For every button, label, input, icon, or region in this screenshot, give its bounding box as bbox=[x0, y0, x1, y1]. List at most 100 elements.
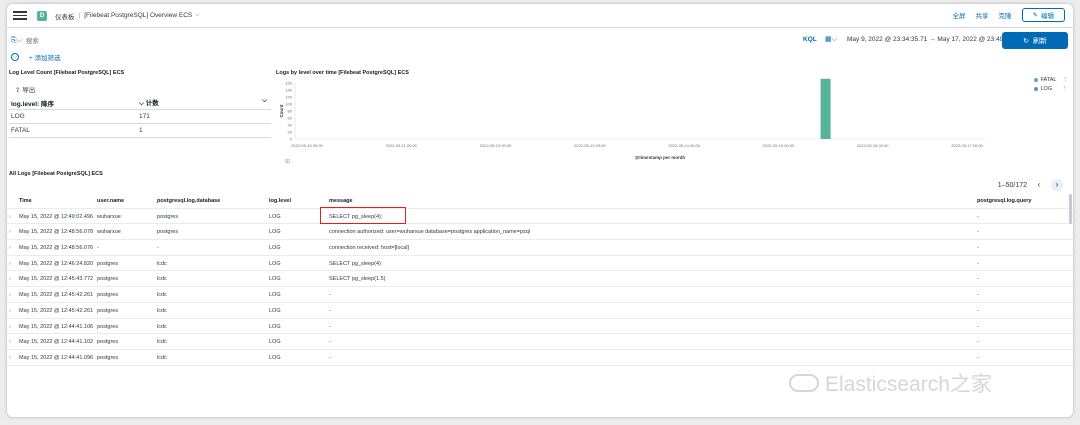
table-cell: - bbox=[977, 354, 979, 361]
column-header-level[interactable]: log.level: 降序 bbox=[9, 98, 139, 108]
breadcrumb-dashboards[interactable]: 仪表板 bbox=[55, 11, 75, 21]
edit-button[interactable]: ✎ 编辑 bbox=[1021, 8, 1065, 22]
x-tick-label: 2022-05-16 00:00 bbox=[857, 143, 889, 148]
table-cell: lcdc bbox=[157, 307, 167, 314]
table-cell: lcdc bbox=[157, 276, 167, 283]
table-cell: May 15, 2022 @ 12:48:56.076 bbox=[19, 245, 94, 252]
y-tick-label: 140 bbox=[285, 88, 292, 93]
saved-query-icon[interactable]: ⎘⌵ bbox=[11, 37, 22, 45]
expand-row-icon[interactable]: › bbox=[9, 229, 11, 235]
logs-table: Time user.name postgresql.log.database log.… bbox=[7, 193, 1073, 366]
table-cell: LOG bbox=[269, 292, 281, 299]
table-cell: - bbox=[977, 229, 979, 236]
table-cell: - bbox=[329, 354, 331, 361]
calendar-icon[interactable]: ▦⌵ bbox=[825, 35, 837, 44]
expand-row-icon[interactable]: › bbox=[9, 261, 11, 267]
table-cell: - bbox=[157, 245, 159, 252]
level-count-header: log.level: 降序 ⌵ 计数 ⌵ bbox=[9, 96, 271, 110]
legend-item-log[interactable]: LOG ⋮ bbox=[1033, 86, 1069, 92]
watermark-text: Elasticsearch之家 bbox=[825, 373, 992, 396]
export-icon: ⇪ bbox=[15, 87, 21, 94]
table-cell: - bbox=[977, 260, 979, 267]
add-filter-button[interactable]: + 添加筛选 bbox=[29, 52, 61, 62]
table-cell: - bbox=[329, 323, 331, 330]
level-cell: FATAL bbox=[11, 127, 30, 134]
table-cell: lcdc bbox=[157, 260, 167, 267]
wechat-icon bbox=[789, 374, 819, 392]
table-cell: lcdc bbox=[157, 292, 167, 299]
table-cell: lcdc bbox=[157, 354, 167, 361]
table-cell: May 15, 2022 @ 12:45:42.261 bbox=[19, 292, 94, 299]
share-button[interactable]: 共享 bbox=[976, 10, 989, 20]
column-header[interactable]: postgresql.log.query bbox=[977, 198, 1031, 204]
column-header[interactable]: postgresql.log.database bbox=[157, 198, 220, 204]
expand-row-icon[interactable]: › bbox=[9, 324, 11, 330]
fullscreen-button[interactable]: 全屏 bbox=[953, 10, 966, 20]
y-tick-label: 60 bbox=[288, 116, 293, 121]
table-cell: May 15, 2022 @ 12:46:24.820 bbox=[19, 260, 94, 267]
column-header[interactable]: message bbox=[329, 198, 353, 204]
table-row[interactable]: › May 15, 2022 @ 12:44:41.106 postgres lcdc… bbox=[7, 319, 1073, 335]
level-count-table: log.level: 降序 ⌵ 计数 ⌵ LOG 171 FATAL 1 bbox=[9, 96, 271, 138]
export-button[interactable]: ⇪ 导出 bbox=[15, 84, 35, 94]
table-cell: lcdc bbox=[157, 323, 167, 330]
table-row[interactable]: › May 15, 2022 @ 12:45:43.772 postgres lcdc… bbox=[7, 271, 1073, 288]
table-row: FATAL 1 bbox=[9, 124, 271, 138]
column-header[interactable]: Time bbox=[19, 198, 32, 204]
expand-row-icon[interactable]: › bbox=[9, 308, 11, 314]
search-input[interactable] bbox=[25, 34, 786, 48]
table-row[interactable]: › May 15, 2022 @ 12:45:42.261 postgres lcdc… bbox=[7, 287, 1073, 303]
table-cell: May 15, 2022 @ 12:45:43.772 bbox=[19, 276, 94, 283]
hamburger-menu-icon[interactable] bbox=[13, 11, 27, 20]
table-row[interactable]: › May 15, 2022 @ 12:46:24.820 postgres lcdc… bbox=[7, 256, 1073, 272]
date-range-picker[interactable]: May 9, 2022 @ 23:34:35.71 → May 17, 2022… bbox=[847, 36, 1021, 43]
expand-row-icon[interactable]: › bbox=[9, 355, 11, 361]
app-badge[interactable]: D bbox=[37, 10, 47, 21]
breadcrumb-current: [Filebeat PostgreSQL] Overview ECS bbox=[84, 12, 193, 19]
table-cell: - bbox=[977, 292, 979, 299]
table-cell: May 15, 2022 @ 12:44:41.106 bbox=[19, 323, 94, 330]
scrollbar[interactable] bbox=[1069, 194, 1072, 224]
page-range: 1–50/172 bbox=[997, 181, 1027, 189]
kql-toggle[interactable]: KQL bbox=[803, 36, 817, 43]
table-cell: - bbox=[977, 323, 979, 330]
chevron-down-icon[interactable]: ⌵ bbox=[195, 12, 200, 19]
prev-page-button[interactable]: ‹ bbox=[1033, 179, 1045, 191]
next-page-button[interactable]: › bbox=[1051, 179, 1063, 191]
column-header[interactable]: log.level bbox=[269, 198, 291, 204]
x-tick-label: 2022-05-15 00:00 bbox=[763, 143, 795, 148]
table-cell: postgres bbox=[97, 307, 119, 314]
level-cell: LOG bbox=[11, 113, 25, 120]
table-row[interactable]: › May 15, 2022 @ 12:45:42.261 postgres lcdc… bbox=[7, 303, 1073, 319]
legend-item-fatal[interactable]: FATAL ⋮ bbox=[1033, 77, 1068, 83]
expand-row-icon[interactable]: › bbox=[9, 339, 11, 345]
table-row[interactable]: › May 15, 2022 @ 12:48:56.078 wuharxue post… bbox=[7, 224, 1073, 241]
table-row[interactable]: › May 15, 2022 @ 12:44:41.096 postgres lcdc… bbox=[7, 350, 1073, 366]
expand-row-icon[interactable]: › bbox=[9, 292, 11, 298]
table-cell: - bbox=[329, 339, 331, 346]
column-header-count[interactable]: ⌵ 计数 ⌵ bbox=[139, 97, 269, 108]
table-cell: May 15, 2022 @ 12:49:02.496 bbox=[19, 213, 94, 220]
clone-button[interactable]: 克隆 bbox=[999, 10, 1012, 20]
table-cell: lcdc bbox=[157, 339, 167, 346]
y-tick-label: 80 bbox=[288, 109, 293, 114]
refresh-label: 刷新 bbox=[1032, 37, 1047, 45]
y-tick-label: 20 bbox=[288, 130, 293, 135]
expand-row-icon[interactable]: › bbox=[9, 276, 11, 282]
refresh-icon: ↻ bbox=[1023, 37, 1029, 45]
column-header[interactable]: user.name bbox=[97, 198, 124, 204]
table-cell: postgres bbox=[97, 339, 119, 346]
bar bbox=[820, 78, 831, 139]
table-row[interactable]: › May 15, 2022 @ 12:48:56.076- - LOG connect… bbox=[7, 240, 1073, 256]
refresh-button[interactable]: ↻ 刷新 bbox=[1002, 32, 1068, 49]
expand-row-icon[interactable]: › bbox=[9, 245, 11, 251]
table-row[interactable]: › May 15, 2022 @ 12:49:02.496 wuharxue post… bbox=[7, 209, 1073, 225]
expand-row-icon[interactable]: › bbox=[9, 214, 11, 220]
table-cell: connection authorized: user=wuharxue dat… bbox=[329, 229, 531, 236]
table-cell: postgres bbox=[97, 323, 119, 330]
table-row[interactable]: › May 15, 2022 @ 12:44:41.102 postgres lcdc… bbox=[7, 334, 1073, 350]
filter-options-icon[interactable]: ⌵ bbox=[11, 53, 19, 61]
table-cell: May 15, 2022 @ 12:45:42.261 bbox=[19, 307, 94, 314]
table-cell: SELECT pg_sleep(4) bbox=[329, 260, 381, 267]
level-count-title: Log Level Count [Filebeat PostgreSQL] EC… bbox=[9, 70, 125, 76]
